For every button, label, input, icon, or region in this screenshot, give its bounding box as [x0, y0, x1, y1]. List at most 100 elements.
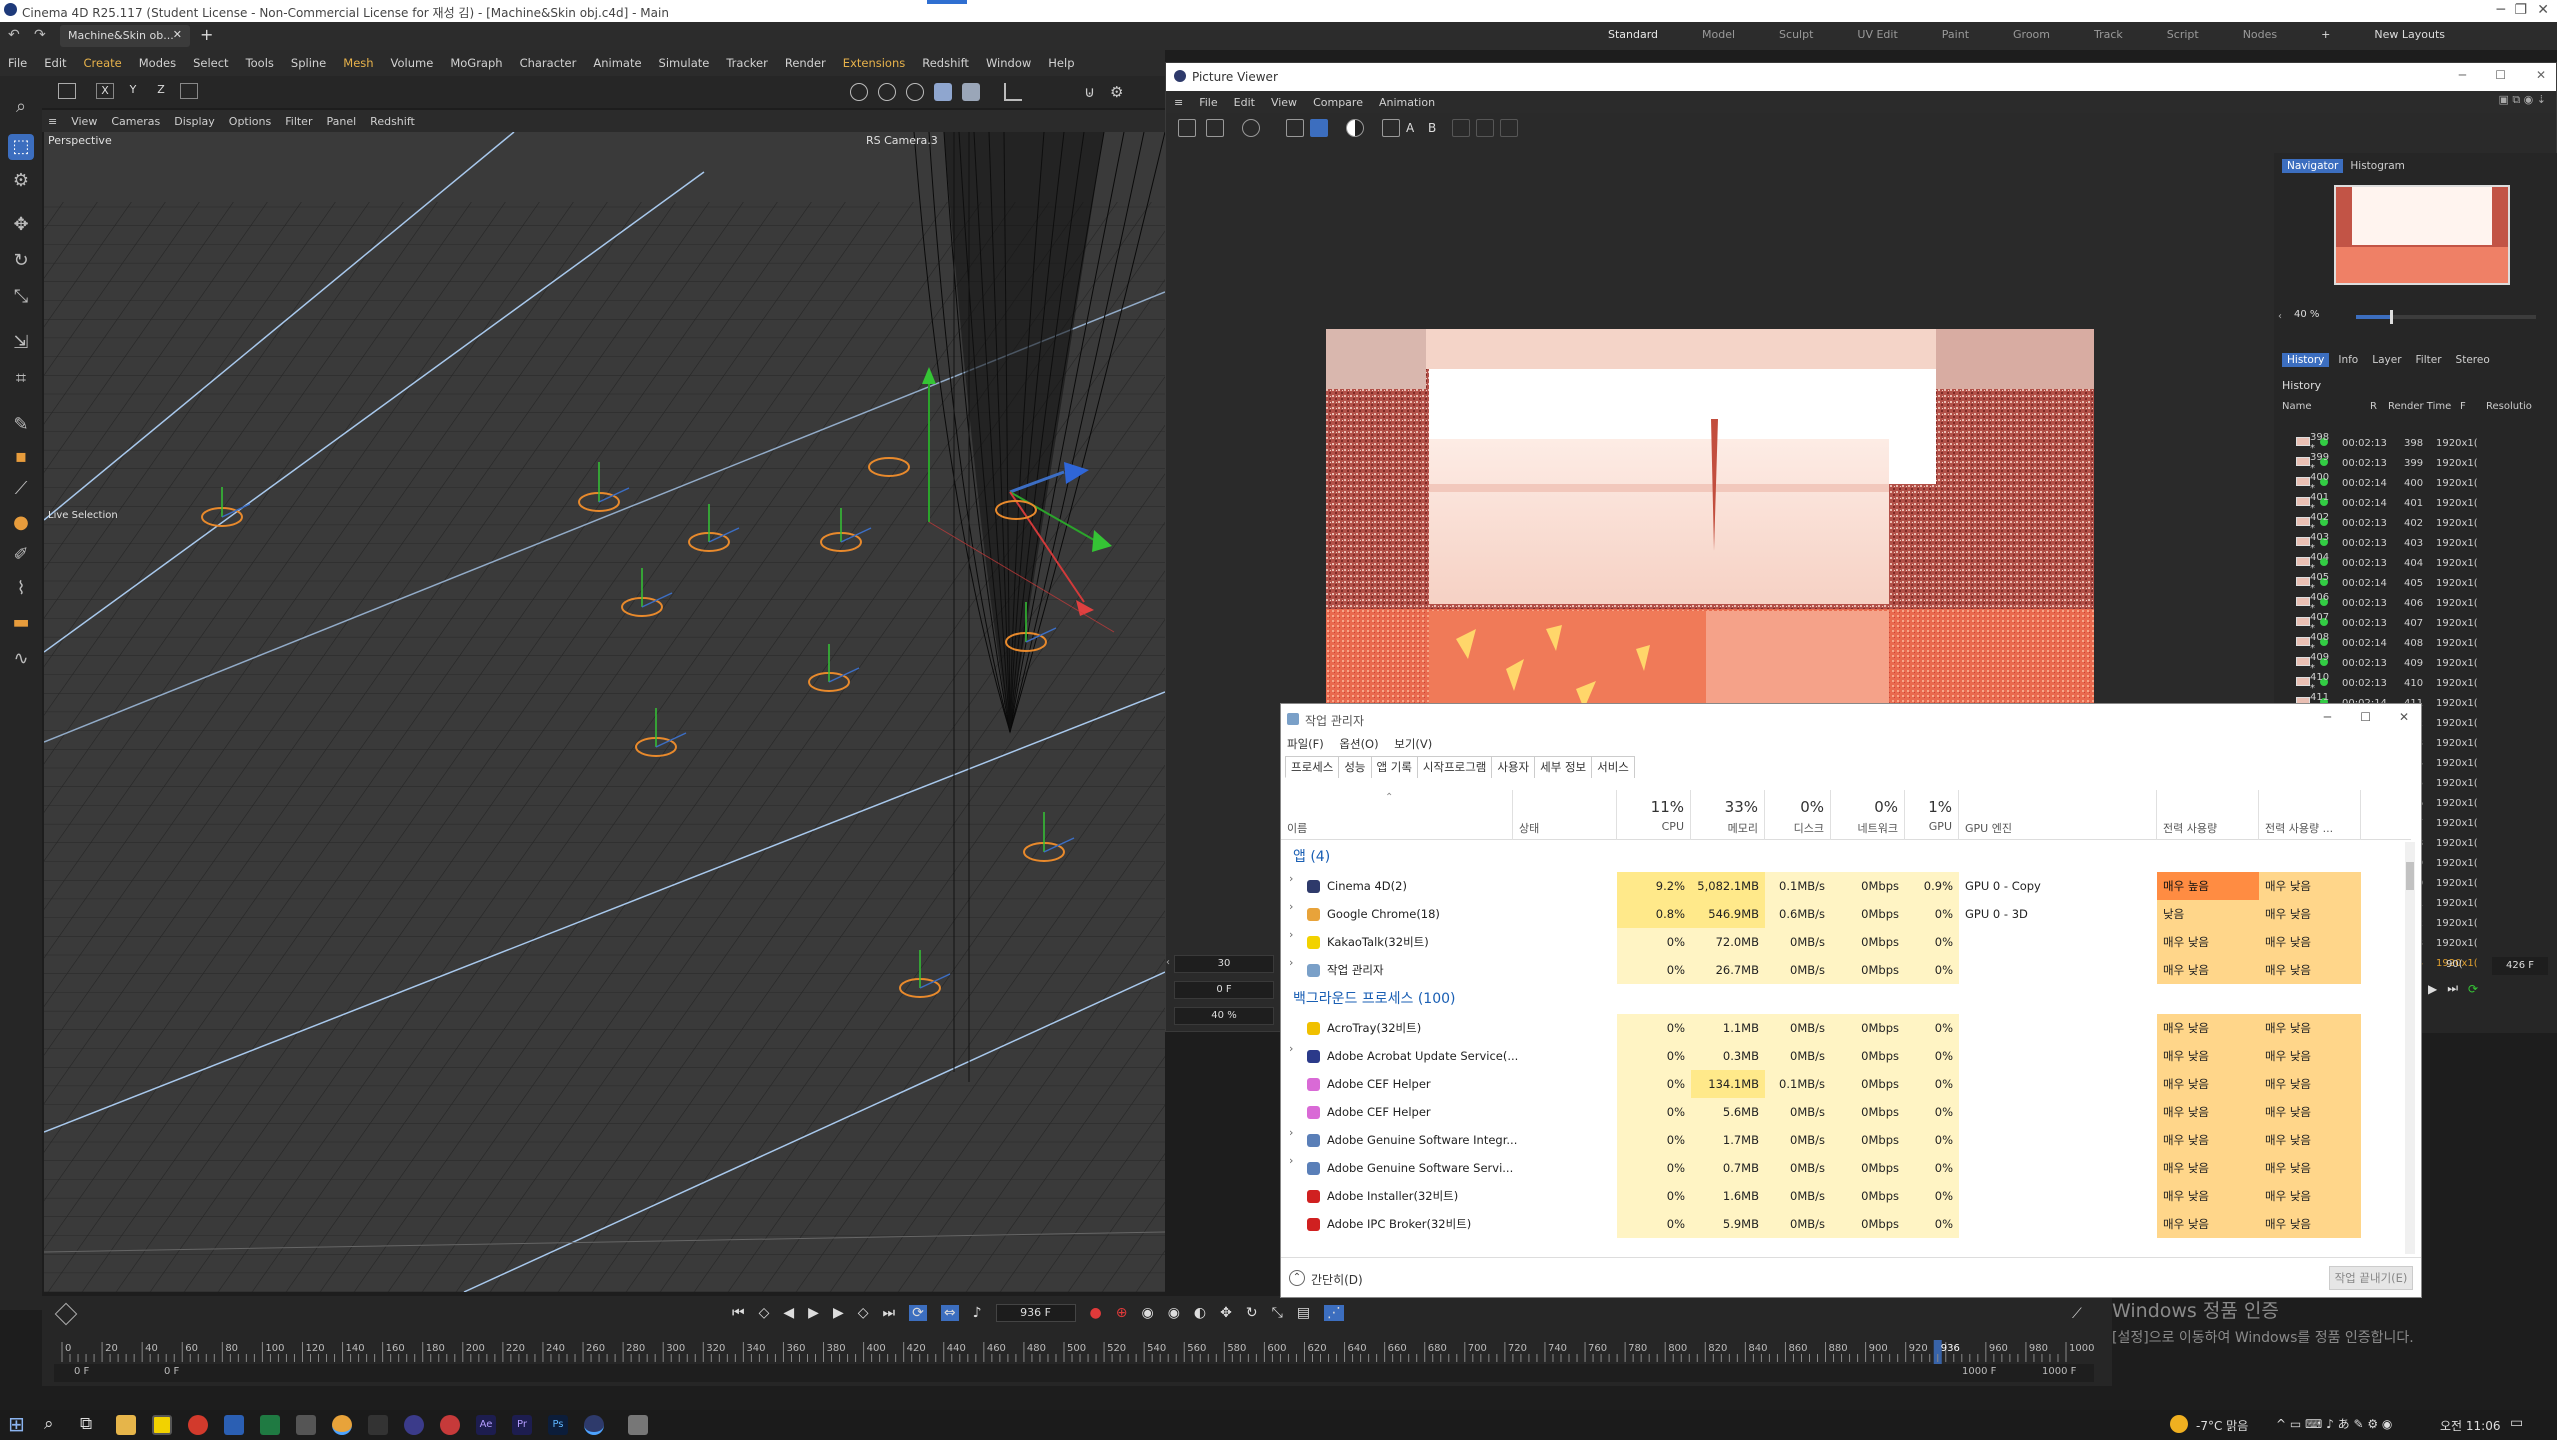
menu-tracker[interactable]: Tracker — [726, 56, 768, 70]
axis-z-toggle[interactable]: Z — [152, 83, 170, 99]
current-frame-field[interactable]: 936 F — [995, 1304, 1076, 1322]
history-row[interactable]: 404 * 00:02:13 404 1920x1( — [2282, 552, 2557, 574]
pv-menu-file[interactable]: File — [1199, 96, 1217, 109]
process-list-scrollbar[interactable] — [2405, 842, 2415, 1254]
weather-text[interactable]: -7°C 맑음 — [2196, 1417, 2248, 1434]
expand-chevron-icon[interactable]: › — [1289, 1126, 1293, 1139]
notification-icon[interactable]: ▭ — [2510, 1415, 2523, 1431]
open-image-icon[interactable] — [1178, 119, 1196, 137]
menu-help[interactable]: Help — [1048, 56, 1074, 70]
range-start-field-2[interactable]: 0 F — [164, 1366, 179, 1377]
pv-end-frame-field[interactable]: 426 F — [2492, 957, 2548, 975]
process-row[interactable]: › KakaoTalk(32비트) 0% 72.0MB 0MB/s 0Mbps 0% 매우 낮… — [1281, 928, 2411, 956]
process-group-header[interactable]: 백그라운드 프로세스 (100) — [1281, 984, 2411, 1014]
layout-tab-nodes[interactable]: Nodes — [2221, 28, 2299, 41]
process-row[interactable]: Adobe CEF Helper 0% 134.1MB 0.1MB/s 0Mbps 0% 매… — [1281, 1070, 2411, 1098]
menu-spline[interactable]: Spline — [291, 56, 326, 70]
range-end-field-2[interactable]: 1000 F — [2042, 1366, 2076, 1377]
history-row[interactable]: 402 * 00:02:13 402 1920x1( — [2282, 512, 2557, 534]
weather-sun-icon[interactable] — [2170, 1415, 2188, 1433]
tab-histogram[interactable]: Histogram — [2345, 159, 2409, 173]
menu-file[interactable]: File — [8, 56, 27, 70]
tm-tab-performance[interactable]: 성능 — [1338, 756, 1372, 778]
key-selection-icon[interactable]: ◉ — [1141, 1305, 1153, 1321]
layout-tab-script[interactable]: Script — [2145, 28, 2221, 41]
menu-create[interactable]: Create — [84, 56, 122, 70]
record-icon[interactable]: ● — [1090, 1305, 1102, 1321]
media-player-icon[interactable] — [188, 1415, 208, 1435]
brush-icon[interactable]: ✐ — [8, 542, 34, 568]
menu-tools[interactable]: Tools — [246, 56, 274, 70]
clock[interactable]: 오전 11:06 — [2440, 1417, 2500, 1434]
viewport-name[interactable]: Perspective — [48, 134, 112, 147]
viewport-menu-options[interactable]: Options — [229, 115, 271, 128]
col-render-time[interactable]: Render Time — [2388, 401, 2460, 412]
snap-icon[interactable] — [1004, 83, 1022, 101]
paint-icon[interactable]: ▬ — [8, 610, 34, 636]
tm-tab-app-history[interactable]: 앱 기록 — [1370, 756, 1418, 778]
stop-render-icon[interactable] — [1242, 119, 1260, 137]
app-icon[interactable] — [404, 1415, 424, 1435]
layout-tab-groom[interactable]: Groom — [1991, 28, 2072, 41]
col-header-memory[interactable]: 33% 메모리 — [1691, 790, 1765, 840]
compare-b-icon[interactable]: B — [1428, 121, 1436, 135]
chrome-taskbar-icon[interactable] — [332, 1415, 352, 1435]
search-icon[interactable]: ⌕ — [8, 94, 34, 120]
tab-info[interactable]: Info — [2333, 353, 2363, 367]
render-settings-icon[interactable] — [906, 83, 924, 101]
tab-filter[interactable]: Filter — [2411, 353, 2447, 367]
tab-stereo[interactable]: Stereo — [2451, 353, 2495, 367]
scale-key-icon[interactable]: ⤡ — [1272, 1305, 1283, 1321]
spline-tool-icon[interactable]: ∿ — [8, 646, 34, 672]
layout-tab-standard[interactable]: Standard — [1586, 28, 1680, 41]
menu-edit[interactable]: Edit — [44, 56, 66, 70]
keyframe-icon[interactable] — [54, 1302, 78, 1326]
goto-end-icon[interactable]: ⏭ — [883, 1305, 896, 1321]
end-task-button[interactable]: 작업 끝내기(E) — [2329, 1266, 2413, 1290]
layout-tab-paint[interactable]: Paint — [1920, 28, 1991, 41]
task-view-icon[interactable]: ⧉ — [80, 1414, 92, 1434]
interactive-region-icon[interactable] — [1310, 119, 1328, 137]
autokey-icon[interactable]: ⊕ — [1116, 1305, 1128, 1321]
pv-menu-edit[interactable]: Edit — [1234, 96, 1255, 109]
gear-icon[interactable]: ⚙ — [1110, 83, 1128, 101]
col-header-gpu[interactable]: 1% GPU — [1905, 790, 1959, 840]
expand-chevron-icon[interactable]: › — [1289, 872, 1293, 885]
timeline-ruler[interactable]: 0 20 40 60 80 100 120 140 160 180 200 220 240 260 280 3… — [54, 1340, 2094, 1364]
axis-x-toggle[interactable]: X — [96, 83, 114, 99]
live-selection-icon[interactable]: ⬚ — [8, 134, 34, 160]
tab-navigator[interactable]: Navigator — [2282, 159, 2344, 173]
task-manager-taskbar-icon[interactable] — [628, 1415, 648, 1435]
diff-view-icon[interactable] — [1500, 119, 1518, 137]
scale-icon[interactable]: ⤡ — [8, 284, 34, 310]
word-icon[interactable] — [224, 1415, 244, 1435]
pv-menu-view[interactable]: View — [1271, 96, 1297, 109]
range-end-field[interactable]: 1000 F — [1962, 1366, 1996, 1377]
sound-icon[interactable]: ♪ — [973, 1305, 982, 1321]
navigator-thumbnail[interactable] — [2334, 185, 2510, 285]
kakaotalk-taskbar-icon[interactable] — [152, 1415, 172, 1435]
history-row[interactable]: 401 * 00:02:14 401 1920x1( — [2282, 492, 2557, 514]
viewport-menu-icon[interactable]: ≡ — [48, 115, 57, 128]
history-row[interactable]: 400 * 00:02:14 400 1920x1( — [2282, 472, 2557, 494]
tm-tab-processes[interactable]: 프로세스 — [1285, 756, 1340, 778]
menu-animate[interactable]: Animate — [593, 56, 641, 70]
start-icon[interactable]: ⊞ — [8, 1412, 25, 1436]
expand-chevron-icon[interactable]: › — [1289, 1154, 1293, 1167]
pv-maximize-icon[interactable]: ☐ — [2495, 68, 2506, 82]
pv-close-icon[interactable]: ✕ — [2536, 68, 2546, 82]
snap-tool-icon[interactable]: ⌗ — [8, 366, 34, 392]
process-row[interactable]: Adobe CEF Helper 0% 5.6MB 0MB/s 0Mbps 0% 매우 낮음… — [1281, 1098, 2411, 1126]
3d-viewport[interactable]: Perspective RS Camera.3 Live Selection — [44, 132, 1165, 1292]
process-row[interactable]: AcroTray(32비트) 0% 1.1MB 0MB/s 0Mbps 0% 매우 낮음 매우… — [1281, 1014, 2411, 1042]
tm-menu-options[interactable]: 옵션(O) — [1339, 737, 1378, 751]
process-row[interactable]: › Adobe Genuine Software Integr... 0% 1.7MB… — [1281, 1126, 2411, 1154]
next-key-icon[interactable]: ◇ — [858, 1305, 869, 1321]
save-image-icon[interactable] — [1206, 119, 1224, 137]
undo-icon[interactable]: ↶ — [8, 27, 20, 43]
tm-tab-details[interactable]: 세부 정보 — [1534, 756, 1593, 778]
document-tab[interactable]: Machine&Skin ob... ✕ — [60, 25, 190, 47]
timeline-settings-icon[interactable]: ◉ — [1168, 1305, 1180, 1321]
notion-icon[interactable] — [368, 1415, 388, 1435]
pv-goto-end-icon[interactable]: ⏭ — [2447, 981, 2458, 996]
